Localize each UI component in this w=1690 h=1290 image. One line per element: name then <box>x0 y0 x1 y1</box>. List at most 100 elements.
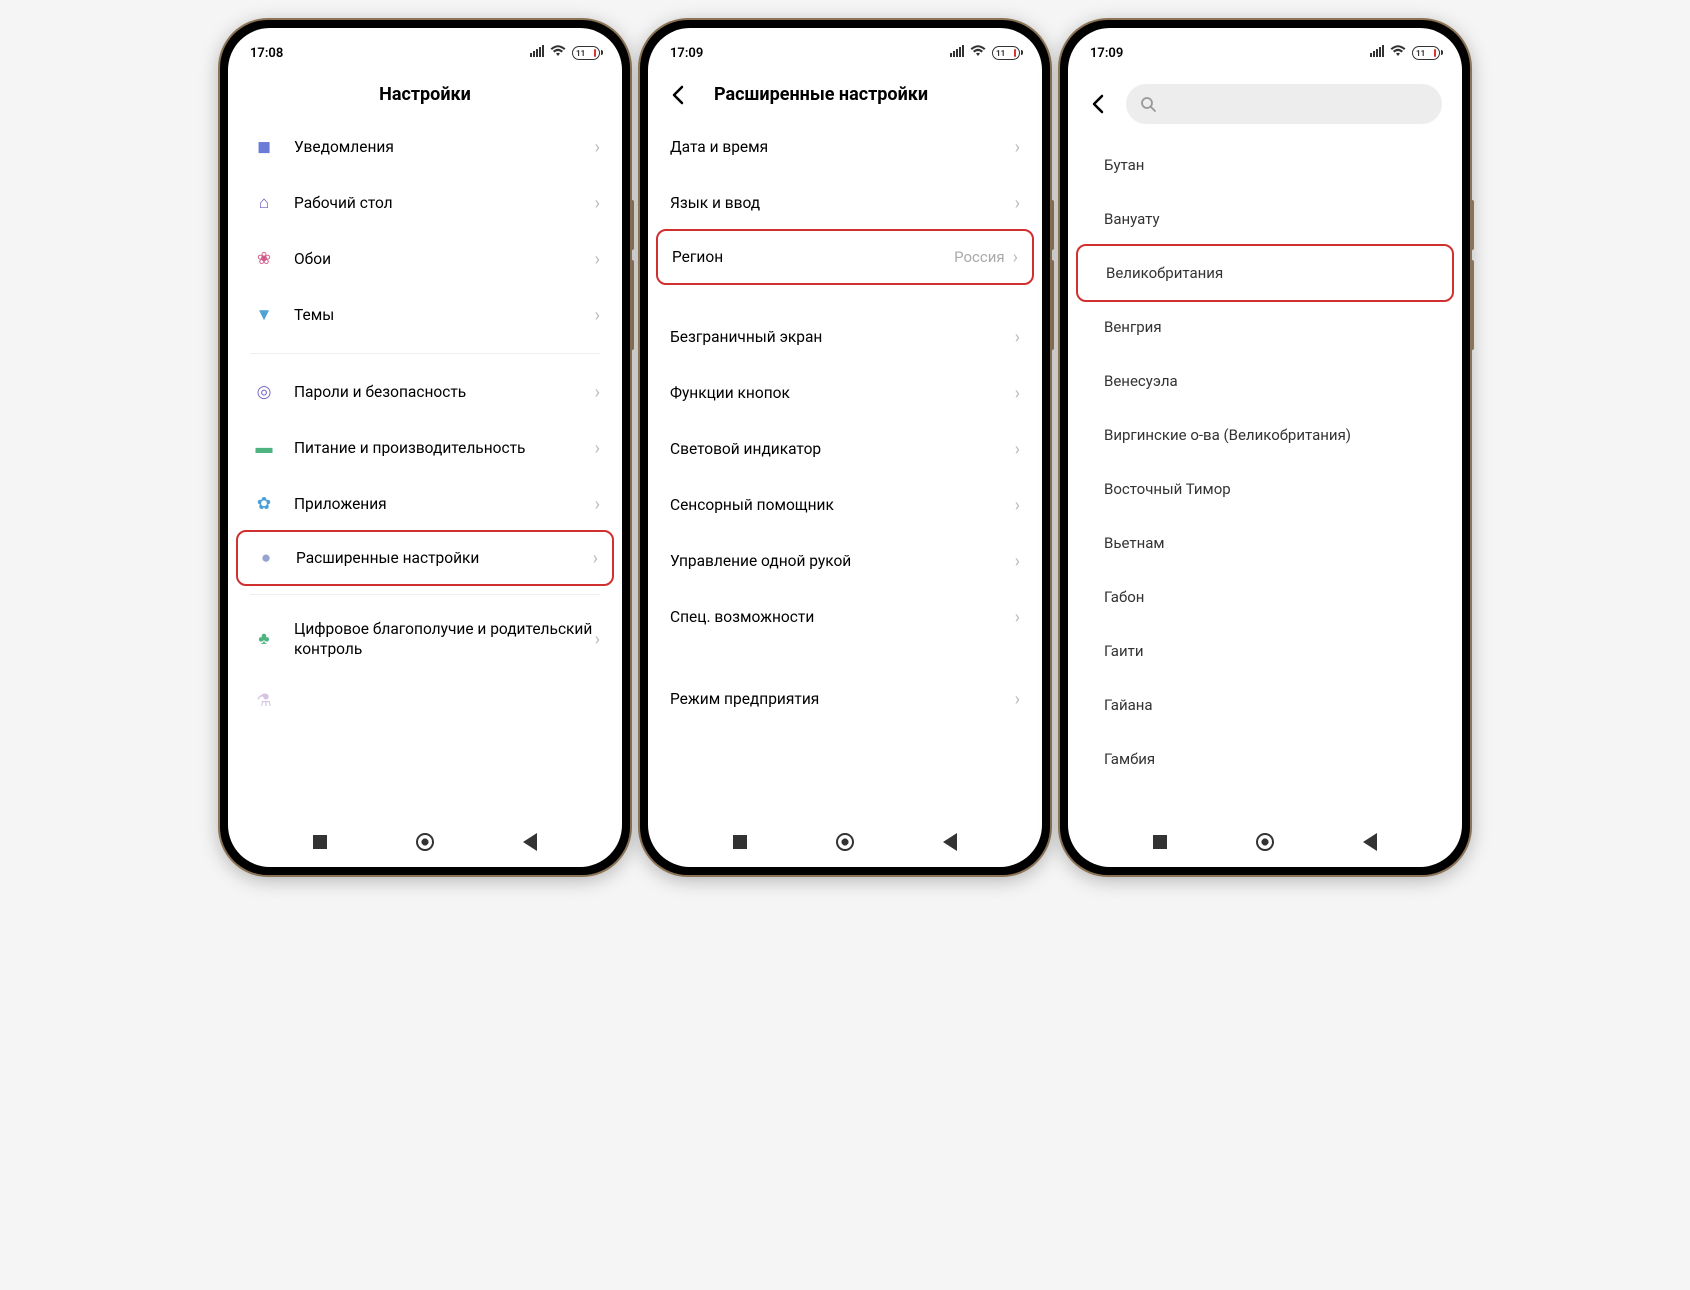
chevron-right-icon: › <box>595 629 600 650</box>
chevron-right-icon: › <box>595 249 600 270</box>
battery-icon: 11 <box>572 46 600 60</box>
signal-icon <box>1370 45 1384 61</box>
bell-icon: ◼ <box>250 136 278 158</box>
row-region[interactable]: Регион Россия › <box>656 229 1034 285</box>
nav-back[interactable] <box>1359 831 1381 853</box>
row-language[interactable]: Язык и ввод › <box>656 175 1034 231</box>
nav-recent[interactable] <box>1149 831 1171 853</box>
status-bar: 17:08 11 <box>228 36 622 70</box>
status-time: 17:09 <box>670 46 703 61</box>
row-led[interactable]: Световой индикатор › <box>656 421 1034 477</box>
back-button[interactable] <box>1088 94 1108 114</box>
chevron-right-icon: › <box>1015 495 1020 516</box>
nav-bar <box>1068 817 1462 867</box>
row-wellbeing[interactable]: ♣ Цифровое благополучие и родительский к… <box>236 605 614 673</box>
row-apps[interactable]: ✿ Приложения › <box>236 476 614 532</box>
country-item[interactable]: Габон <box>1076 570 1454 624</box>
phone-1: 17:08 11 Настройки ◼ Уведомления › ⌂ Раб… <box>220 20 630 875</box>
chevron-right-icon: › <box>1015 327 1020 348</box>
battery-icon: 11 <box>1412 46 1440 60</box>
header <box>1068 70 1462 138</box>
row-accessibility[interactable]: Спец. возможности › <box>656 589 1034 645</box>
country-item[interactable]: Вьетнам <box>1076 516 1454 570</box>
chevron-right-icon: › <box>595 305 600 326</box>
chevron-right-icon: › <box>1015 439 1020 460</box>
status-bar: 17:09 11 <box>1068 36 1462 70</box>
row-fullscreen[interactable]: Безграничный экран › <box>656 309 1034 365</box>
nav-bar <box>228 817 622 867</box>
country-item[interactable]: Венгрия <box>1076 300 1454 354</box>
chevron-right-icon: › <box>1015 551 1020 572</box>
nav-back[interactable] <box>519 831 541 853</box>
wifi-icon <box>1390 45 1406 61</box>
row-enterprise[interactable]: Режим предприятия › <box>656 671 1034 727</box>
heart-icon: ♣ <box>250 628 278 650</box>
status-time: 17:09 <box>1090 46 1123 61</box>
signal-icon <box>530 45 544 61</box>
fingerprint-icon: ◎ <box>250 381 278 403</box>
nav-recent[interactable] <box>309 831 331 853</box>
gear-icon: ✿ <box>250 493 278 515</box>
page-title: Расширенные настройки <box>714 84 1022 105</box>
row-advanced-settings[interactable]: ● Расширенные настройки › <box>236 530 614 586</box>
row-notifications[interactable]: ◼ Уведомления › <box>236 119 614 175</box>
nav-home[interactable] <box>1254 831 1276 853</box>
row-home[interactable]: ⌂ Рабочий стол › <box>236 175 614 231</box>
wifi-icon <box>970 45 986 61</box>
region-value: Россия <box>954 248 1005 266</box>
chevron-right-icon: › <box>595 494 600 515</box>
settings-list[interactable]: ◼ Уведомления › ⌂ Рабочий стол › ❀ Обои … <box>228 119 622 817</box>
country-item[interactable]: Гаити <box>1076 624 1454 678</box>
country-item[interactable]: Бутан <box>1076 138 1454 192</box>
flask-icon: ⚗ <box>250 690 278 712</box>
status-bar: 17:09 11 <box>648 36 1042 70</box>
nav-recent[interactable] <box>729 831 751 853</box>
battery-icon: 11 <box>992 46 1020 60</box>
status-time: 17:08 <box>250 46 283 61</box>
row-battery[interactable]: ▬ Питание и производительность › <box>236 420 614 476</box>
phone-3: 17:09 11 БутанВануатуВеликобританияВенгр… <box>1060 20 1470 875</box>
nav-home[interactable] <box>414 831 436 853</box>
header: Расширенные настройки <box>648 70 1042 119</box>
chevron-right-icon: › <box>1015 383 1020 404</box>
signal-icon <box>950 45 964 61</box>
chevron-right-icon: › <box>1015 607 1020 628</box>
chevron-right-icon: › <box>593 548 598 569</box>
back-button[interactable] <box>668 85 688 105</box>
row-themes[interactable]: ▼ Темы › <box>236 287 614 343</box>
search-input[interactable] <box>1126 84 1442 124</box>
country-item[interactable]: Восточный Тимор <box>1076 462 1454 516</box>
chevron-right-icon: › <box>595 382 600 403</box>
wifi-icon <box>550 45 566 61</box>
search-icon <box>1140 96 1156 112</box>
country-item[interactable]: Гамбия <box>1076 732 1454 786</box>
chevron-right-icon: › <box>595 193 600 214</box>
row-datetime[interactable]: Дата и время › <box>656 119 1034 175</box>
chevron-right-icon: › <box>1015 689 1020 710</box>
country-item[interactable]: Гайана <box>1076 678 1454 732</box>
chevron-right-icon: › <box>1015 193 1020 214</box>
row-passwords[interactable]: ◎ Пароли и безопасность › <box>236 364 614 420</box>
row-buttons[interactable]: Функции кнопок › <box>656 365 1034 421</box>
flower-icon: ❀ <box>250 248 278 270</box>
country-item[interactable]: Венесуэла <box>1076 354 1454 408</box>
dots-icon: ● <box>252 547 280 569</box>
chevron-right-icon: › <box>1015 137 1020 158</box>
nav-back[interactable] <box>939 831 961 853</box>
brush-icon: ▼ <box>250 304 278 326</box>
row-onehand[interactable]: Управление одной рукой › <box>656 533 1034 589</box>
country-list[interactable]: БутанВануатуВеликобританияВенгрияВенесуэ… <box>1068 138 1462 817</box>
nav-home[interactable] <box>834 831 856 853</box>
chevron-right-icon: › <box>595 137 600 158</box>
country-item[interactable]: Виргинские о-ва (Великобритания) <box>1076 408 1454 462</box>
advanced-list[interactable]: Дата и время › Язык и ввод › Регион Росс… <box>648 119 1042 817</box>
row-wallpaper[interactable]: ❀ Обои › <box>236 231 614 287</box>
screen-advanced: 17:09 11 Расширенные настройки Дата и вр… <box>648 28 1042 867</box>
page-title: Настройки <box>248 84 602 105</box>
country-item[interactable]: Великобритания <box>1076 244 1454 302</box>
row-quickball[interactable]: Сенсорный помощник › <box>656 477 1034 533</box>
country-item[interactable]: Вануату <box>1076 192 1454 246</box>
row-partial[interactable]: ⚗ <box>236 673 614 729</box>
header: Настройки <box>228 70 622 119</box>
nav-bar <box>648 817 1042 867</box>
